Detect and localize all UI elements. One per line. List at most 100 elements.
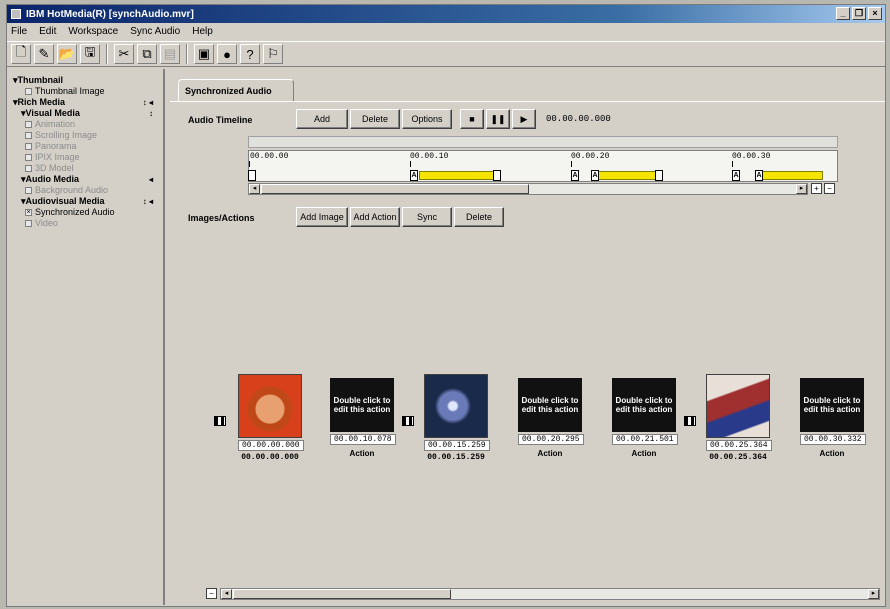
preview-monitor-icon[interactable]: ▣ [194,44,214,64]
move-control-icon[interactable]: ◂ [149,174,153,185]
scroll-thumb[interactable] [261,184,529,194]
checkbox[interactable] [25,88,32,95]
action-segment[interactable] [591,171,659,180]
tree-thumbnail-image[interactable]: Thumbnail Image [13,86,159,97]
action-item[interactable]: Double click to edit this action 00.00.2… [612,374,678,458]
sync-button[interactable]: Sync [402,207,452,227]
menu-help[interactable]: Help [192,26,213,37]
copy-icon[interactable]: ⧉ [137,44,157,64]
action-box[interactable]: Double click to edit this action [612,378,676,432]
cut-icon[interactable]: ✂ [114,44,134,64]
checkbox[interactable] [25,143,32,150]
action-marker[interactable]: A [732,170,740,181]
image-thumbnail[interactable] [238,374,302,438]
action-segment[interactable] [419,171,497,180]
delete-item-button[interactable]: Delete [454,207,504,227]
help-icon[interactable]: ? [240,44,260,64]
tree-rich-media[interactable]: ▾Rich Media ↕ ◂ [13,97,159,108]
checkbox-checked[interactable]: × [25,209,32,216]
scroll-right-icon[interactable]: ▸ [796,184,807,194]
move-control-icon[interactable]: ↕ ◂ [143,196,153,207]
menu-edit[interactable]: Edit [39,26,56,37]
scroll-left-icon[interactable]: ◂ [221,589,232,599]
tree-thumbnail[interactable]: ▾Thumbnail [13,75,159,86]
action-box[interactable]: Double click to edit this action [800,378,864,432]
menu-workspace[interactable]: Workspace [68,26,118,37]
action-item[interactable]: Double click to edit this action 00.00.1… [330,374,396,458]
menu-file[interactable]: File [11,26,27,37]
action-item[interactable]: Double click to edit this action 00.00.2… [518,374,584,458]
canvas-zoom-icon[interactable]: − [206,588,217,599]
item-timecode[interactable]: 00.00.30.332 [800,434,866,445]
menu-sync-audio[interactable]: Sync Audio [130,26,180,37]
move-control-icon[interactable]: ↕ [149,108,153,119]
tree-animation[interactable]: Animation [13,119,159,130]
move-control-icon[interactable]: ↕ ◂ [143,97,153,108]
zoom-out-icon[interactable]: − [824,183,835,194]
add-action-button[interactable]: Add Action [350,207,400,227]
tree-audiovisual-media[interactable]: ▾Audiovisual Media ↕ ◂ [13,196,159,207]
tree-video[interactable]: Video [13,218,159,229]
image-item[interactable]: 00.00.00.000 00.00.00.000 [238,374,304,462]
checkbox[interactable] [25,187,32,194]
action-marker[interactable]: A [571,170,579,181]
images-actions-canvas[interactable]: 00.00.00.000 00.00.00.000 Double click t… [190,234,870,584]
tree-synchronized-audio[interactable]: × Synchronized Audio [13,207,159,218]
image-thumbnail[interactable] [706,374,770,438]
action-box[interactable]: Double click to edit this action [518,378,582,432]
checkbox[interactable] [25,132,32,139]
open-folder-icon[interactable]: 📂 [57,44,77,64]
action-marker[interactable]: A [591,170,599,181]
checkbox[interactable] [25,165,32,172]
tab-synchronized-audio[interactable]: Synchronized Audio [178,79,294,101]
action-segment[interactable] [755,171,823,180]
image-marker[interactable] [248,170,256,181]
context-help-icon[interactable]: ⚐ [263,44,283,64]
minimize-button[interactable]: _ [836,7,850,20]
action-marker[interactable]: A [755,170,763,181]
delete-audio-button[interactable]: Delete [350,109,400,129]
publish-disc-icon[interactable]: ● [217,44,237,64]
item-timecode[interactable]: 00.00.10.078 [330,434,396,445]
item-timecode[interactable]: 00.00.15.259 [424,440,490,451]
image-marker[interactable] [493,170,501,181]
tree-ipix-image[interactable]: IPIX Image [13,152,159,163]
action-item[interactable]: Double click to edit this action 00.00.3… [800,374,866,458]
pause-button[interactable]: ❚❚ [486,109,510,129]
scroll-left-icon[interactable]: ◂ [249,184,260,194]
timeline-scrollbar[interactable]: ◂ ▸ [248,183,808,195]
tree-background-audio[interactable]: Background Audio [13,185,159,196]
stop-button[interactable]: ■ [460,109,484,129]
close-button[interactable]: × [868,7,882,20]
image-marker[interactable] [655,170,663,181]
tree-visual-media[interactable]: ▾Visual Media ↕ [13,108,159,119]
canvas-scrollbar[interactable]: ◂ ▸ [220,588,880,600]
play-button[interactable]: ▶ [512,109,536,129]
image-thumbnail[interactable] [424,374,488,438]
image-item[interactable]: 00.00.15.259 00.00.15.259 [424,374,490,462]
timeline-track[interactable]: 00.00.00 00.00.10 00.00.20 00.00.30 A A … [248,150,838,182]
checkbox[interactable] [25,154,32,161]
save-icon[interactable]: 🖫 [80,44,100,64]
tree-audio-media[interactable]: ▾Audio Media ◂ [13,174,159,185]
item-timecode[interactable]: 00.00.00.000 [238,440,304,451]
item-timecode[interactable]: 00.00.25.364 [706,440,772,451]
image-item[interactable]: 00.00.25.364 00.00.25.364 [706,374,772,462]
restore-button[interactable]: ❐ [852,7,866,20]
scroll-right-icon[interactable]: ▸ [868,589,879,599]
audio-timeline[interactable]: 00.00.00 00.00.10 00.00.20 00.00.30 A A … [248,136,838,198]
action-box[interactable]: Double click to edit this action [330,378,394,432]
checkbox[interactable] [25,121,32,128]
add-image-button[interactable]: Add Image [296,207,348,227]
edit-file-icon[interactable]: ✎ [34,44,54,64]
paste-icon[interactable]: ▤ [160,44,180,64]
item-timecode[interactable]: 00.00.20.295 [518,434,584,445]
options-button[interactable]: Options [402,109,452,129]
checkbox[interactable] [25,220,32,227]
new-file-icon[interactable]: 🗋 [11,44,31,64]
tree-panorama[interactable]: Panorama [13,141,159,152]
zoom-in-icon[interactable]: + [811,183,822,194]
add-audio-button[interactable]: Add [296,109,348,129]
scroll-thumb[interactable] [233,589,451,599]
action-marker[interactable]: A [410,170,418,181]
